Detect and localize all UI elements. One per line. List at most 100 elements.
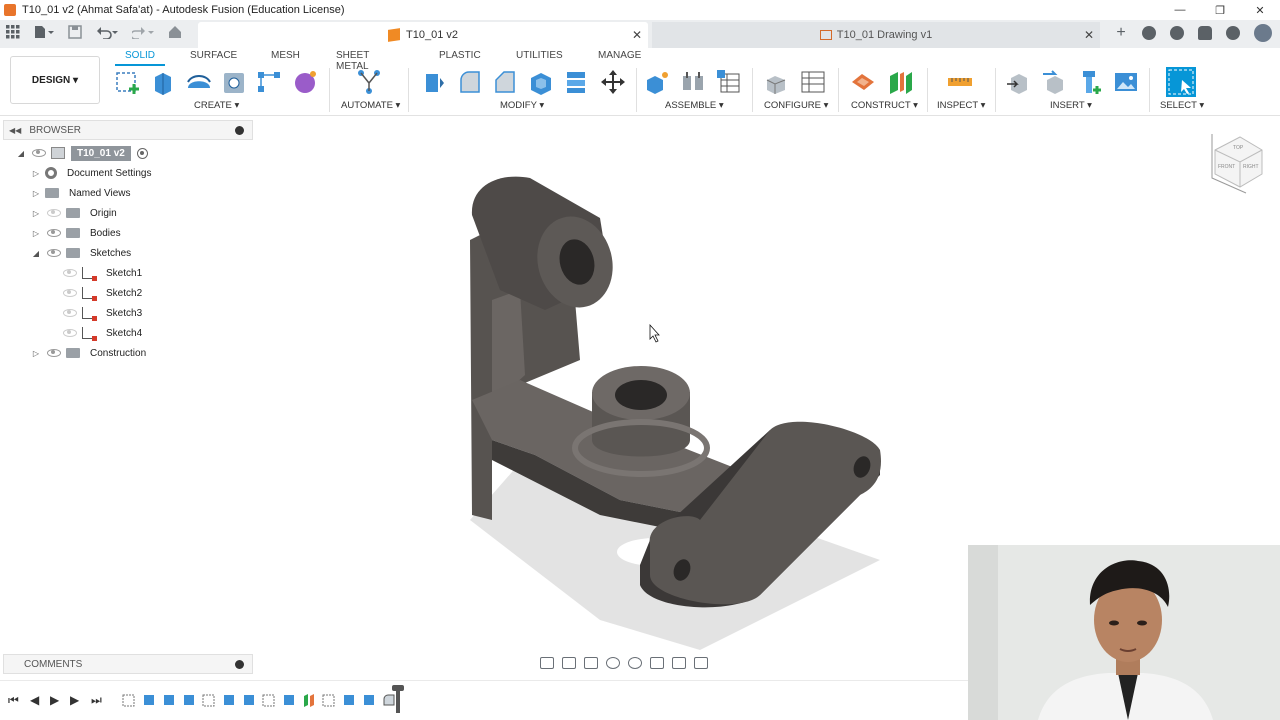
view-cube[interactable]: TOP FRONT RIGHT (1211, 134, 1263, 194)
zoom-icon[interactable] (606, 657, 620, 669)
timeline-extrude-icon[interactable] (162, 693, 176, 707)
home-icon[interactable] (168, 25, 182, 39)
insert-derive-icon[interactable] (1005, 68, 1033, 96)
play-icon[interactable]: ▶ (50, 693, 59, 707)
visibility-eye-icon[interactable] (63, 309, 77, 317)
visibility-eye-icon[interactable] (47, 349, 61, 357)
form-icon[interactable] (291, 68, 319, 96)
move-copy-icon[interactable] (599, 68, 627, 96)
create-sketch-icon[interactable] (114, 68, 142, 96)
redo-icon[interactable] (132, 25, 154, 39)
expand-arrow-icon[interactable]: ▷ (31, 229, 41, 238)
collapse-arrow-icon[interactable]: ◢ (31, 249, 41, 258)
extrude-icon[interactable] (149, 68, 177, 96)
tab-surface[interactable]: SURFACE (190, 50, 237, 61)
workspace-switcher-button[interactable]: DESIGN ▾ (10, 56, 100, 104)
comments-panel[interactable]: COMMENTS (3, 654, 253, 674)
timeline-extrude-icon[interactable] (182, 693, 196, 707)
look-at-icon[interactable] (562, 657, 576, 669)
tree-item-sketch3[interactable]: Sketch3 (57, 303, 142, 323)
tab-plastic[interactable]: PLASTIC (439, 50, 481, 61)
insert-group-label[interactable]: INSERT ▾ (1050, 100, 1092, 111)
press-pull-icon[interactable] (420, 68, 448, 96)
timeline-marker[interactable] (392, 685, 404, 713)
tree-item-document-settings[interactable]: ▷ Document Settings (31, 163, 152, 183)
insert-canvas-icon[interactable] (1112, 68, 1140, 96)
timeline-fillet-icon[interactable] (382, 693, 396, 707)
timeline-extrude-icon[interactable] (222, 693, 236, 707)
fit-zoom-icon[interactable] (628, 657, 642, 669)
expand-arrow-icon[interactable]: ▷ (31, 189, 41, 198)
new-component-icon[interactable] (643, 68, 671, 96)
tree-item-sketch4[interactable]: Sketch4 (57, 323, 142, 343)
pan-icon[interactable] (584, 657, 598, 669)
go-to-start-icon[interactable]: ⏮ (8, 693, 19, 708)
timeline-extrude-icon[interactable] (242, 693, 256, 707)
bom-table-icon[interactable] (715, 68, 743, 96)
configure-icon[interactable] (763, 68, 791, 96)
measure-icon[interactable] (946, 68, 974, 96)
browser-options-icon[interactable] (235, 126, 244, 135)
shell-icon[interactable] (527, 68, 555, 96)
orbit-icon[interactable] (540, 657, 554, 669)
step-forward-icon[interactable]: ▶ (70, 693, 79, 707)
tree-item-sketch2[interactable]: Sketch2 (57, 283, 142, 303)
tab-t10-01-v2[interactable]: T10_01 v2 ✕ (198, 22, 648, 48)
timeline-extrude-icon[interactable] (142, 693, 156, 707)
visibility-eye-icon[interactable] (63, 289, 77, 297)
close-tab-icon[interactable]: ✕ (1084, 28, 1094, 42)
undo-icon[interactable] (96, 25, 118, 39)
file-menu-icon[interactable] (34, 25, 54, 39)
expand-arrow-icon[interactable]: ▷ (31, 209, 41, 218)
combine-icon[interactable] (563, 68, 591, 96)
save-icon[interactable] (68, 25, 82, 39)
timeline-extrude-icon[interactable] (362, 693, 376, 707)
automate-icon[interactable] (355, 68, 383, 96)
assemble-group-label[interactable]: ASSEMBLE ▾ (665, 100, 724, 111)
app-grid-icon[interactable] (6, 25, 20, 39)
tab-solid[interactable]: SOLID (114, 50, 166, 66)
add-comment-icon[interactable] (235, 660, 244, 669)
timeline-plane-icon[interactable] (302, 693, 316, 707)
revolve-icon[interactable] (185, 68, 213, 96)
extensions-icon[interactable] (1142, 26, 1156, 40)
visibility-eye-icon[interactable] (47, 209, 61, 217)
visibility-eye-icon[interactable] (63, 329, 77, 337)
timeline-sketch-icon[interactable] (122, 693, 136, 707)
hole-icon[interactable] (220, 68, 248, 96)
browser-panel-header[interactable]: ◀◀ BROWSER (3, 120, 253, 140)
timeline-sketch-icon[interactable] (322, 693, 336, 707)
display-settings-icon[interactable] (650, 657, 664, 669)
new-tab-icon[interactable]: + (1114, 25, 1128, 41)
pattern-icon[interactable] (255, 68, 283, 96)
automate-group-label[interactable]: AUTOMATE ▾ (341, 100, 400, 111)
tab-t10-01-drawing[interactable]: T10_01 Drawing v1 ✕ (652, 22, 1100, 48)
inspect-group-label[interactable]: INSPECT ▾ (937, 100, 985, 111)
visibility-eye-icon[interactable] (32, 149, 46, 157)
maximize-button[interactable]: ❐ (1200, 0, 1240, 20)
configure-group-label[interactable]: CONFIGURE ▾ (764, 100, 828, 111)
create-group-label[interactable]: CREATE ▾ (194, 100, 239, 111)
midplane-icon[interactable] (886, 68, 914, 96)
user-avatar[interactable] (1254, 24, 1272, 42)
timeline-extrude-icon[interactable] (282, 693, 296, 707)
tab-manage[interactable]: MANAGE (598, 50, 641, 61)
job-status-icon[interactable] (1170, 26, 1184, 40)
minimize-button[interactable]: — (1160, 0, 1200, 20)
timeline-sketch-icon[interactable] (202, 693, 216, 707)
configuration-table-icon[interactable] (799, 68, 827, 96)
collapse-panel-icon[interactable]: ◀◀ (9, 126, 21, 135)
tab-utilities[interactable]: UTILITIES (516, 50, 563, 61)
timeline-extrude-icon[interactable] (342, 693, 356, 707)
insert-bolt-icon[interactable] (1077, 68, 1105, 96)
visibility-eye-icon[interactable] (47, 229, 61, 237)
viewports-icon[interactable] (694, 657, 708, 669)
tree-root[interactable]: ◢ T10_01 v2 (16, 143, 148, 163)
tree-item-bodies[interactable]: ▷ Bodies (31, 223, 121, 243)
help-icon[interactable] (1226, 26, 1240, 40)
tab-mesh[interactable]: MESH (271, 50, 300, 61)
tree-item-sketch1[interactable]: Sketch1 (57, 263, 142, 283)
tree-item-sketches[interactable]: ◢ Sketches (31, 243, 131, 263)
tree-item-named-views[interactable]: ▷ Named Views (31, 183, 131, 203)
select-group-label[interactable]: SELECT ▾ (1160, 100, 1204, 111)
